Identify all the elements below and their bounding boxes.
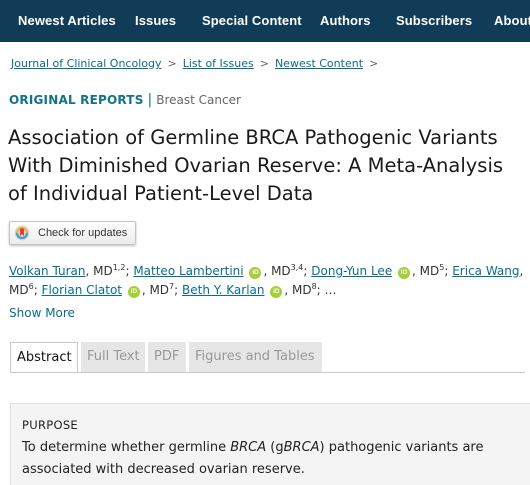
author-affiliation: 1,2: [112, 263, 126, 272]
breadcrumb-separator: >: [259, 57, 269, 70]
nav-special-content[interactable]: Special Content: [202, 13, 302, 28]
top-navigation: Newest Articles Issues Special Content A…: [0, 0, 530, 42]
tab-pdf[interactable]: PDF: [148, 342, 186, 372]
tab-divider: [10, 372, 525, 373]
author-affiliation: 6: [28, 282, 34, 291]
authors-ellipsis: …: [324, 283, 337, 297]
author-list: Volkan Turan, MD1,2; Matteo Lambertini i…: [9, 263, 524, 298]
author-affiliation: 3,4: [290, 263, 304, 272]
author-degree: MD: [291, 283, 312, 297]
author-link[interactable]: Dong-Yun Lee: [311, 264, 392, 278]
abstract-text-part: To determine whether germline: [22, 440, 231, 455]
article-title: Association of Germline BRCA Pathogenic …: [8, 126, 504, 205]
author-degree: MD: [271, 264, 291, 278]
nav-newest-articles[interactable]: Newest Articles: [18, 13, 116, 28]
author-affiliation: 8: [311, 282, 317, 291]
abstract-section: PURPOSE To determine whether germline BR…: [10, 403, 530, 485]
breadcrumb: Journal of Clinical Oncology > List of Iss…: [11, 57, 384, 70]
tab-figures-and-tables[interactable]: Figures and Tables: [189, 342, 322, 372]
orcid-icon[interactable]: iD: [127, 286, 140, 298]
author-degree: MD: [93, 264, 113, 278]
author-affiliation: 5: [439, 263, 445, 272]
author-affiliation: 7: [169, 282, 175, 291]
breadcrumb-list-of-issues[interactable]: List of Issues: [183, 57, 254, 70]
abstract-text-part: (g: [266, 440, 284, 455]
article-type: ORIGINAL REPORTS: [9, 93, 144, 107]
author-link[interactable]: Florian Clatot: [42, 283, 122, 297]
abstract-text-gene: BRCA: [283, 440, 320, 455]
nav-authors[interactable]: Authors: [320, 13, 371, 28]
abstract-purpose-text: To determine whether germline BRCA (gBRC…: [22, 437, 512, 481]
breadcrumb-separator: >: [167, 57, 177, 70]
breadcrumb-journal[interactable]: Journal of Clinical Oncology: [11, 57, 162, 70]
abstract-text-gene: BRCA: [230, 440, 267, 455]
article-category: ORIGINAL REPORTS | Breast Cancer: [9, 92, 241, 108]
author-link[interactable]: Erica Wang: [452, 264, 519, 278]
author-link[interactable]: Matteo Lambertini: [133, 264, 243, 278]
orcid-icon[interactable]: iD: [398, 267, 411, 279]
abstract-purpose-heading: PURPOSE: [22, 418, 78, 432]
breadcrumb-separator: >: [369, 57, 379, 70]
author-degree: MD: [419, 264, 440, 278]
author-degree: MD: [149, 283, 170, 297]
article-topic: Breast Cancer: [156, 93, 241, 107]
breadcrumb-newest-content[interactable]: Newest Content: [275, 57, 363, 70]
nav-about[interactable]: About: [494, 13, 530, 28]
orcid-icon[interactable]: iD: [270, 286, 283, 298]
author-link[interactable]: Volkan Turan: [9, 264, 85, 278]
author-link[interactable]: Beth Y. Karlan: [182, 283, 265, 297]
check-for-updates-button[interactable]: Check for updates: [9, 221, 136, 245]
author-degree: MD: [9, 283, 29, 297]
nav-subscribers[interactable]: Subscribers: [396, 13, 472, 28]
orcid-icon[interactable]: iD: [249, 267, 262, 279]
show-more-link[interactable]: Show More: [9, 306, 75, 320]
crossmark-icon: [14, 225, 30, 241]
nav-issues[interactable]: Issues: [135, 13, 176, 28]
check-for-updates-label: Check for updates: [38, 227, 128, 239]
category-divider: |: [147, 92, 153, 108]
tab-abstract[interactable]: Abstract: [10, 342, 78, 372]
tab-full-text[interactable]: Full Text: [81, 342, 145, 372]
